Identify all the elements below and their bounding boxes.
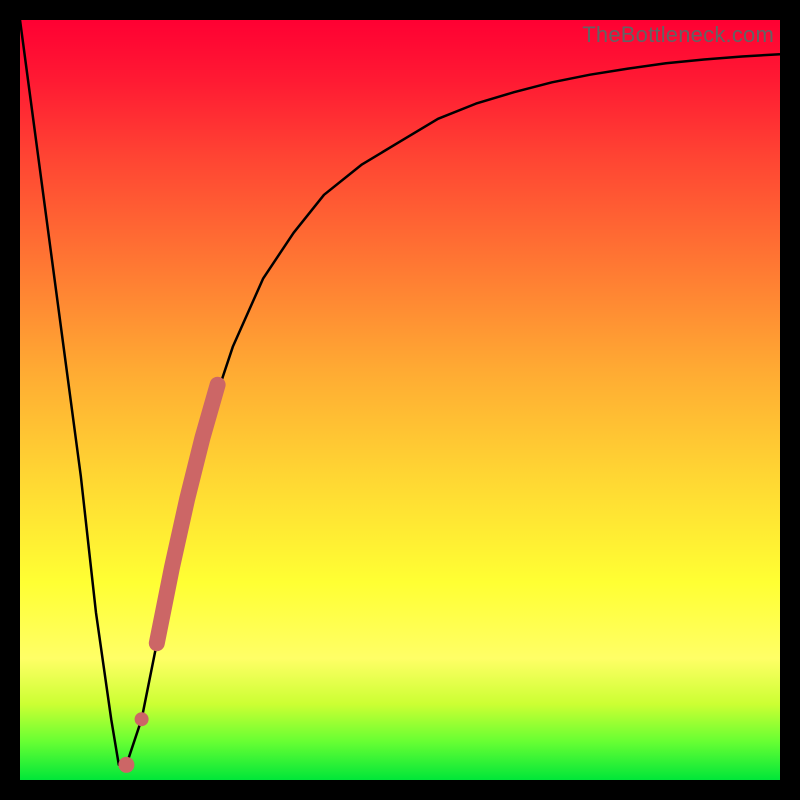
bottleneck-curve: [20, 20, 780, 765]
curve-layer: [20, 20, 780, 780]
chart-frame: TheBottleneck.com: [0, 0, 800, 800]
highlight-upper: [157, 385, 218, 643]
highlight-dot-mid: [135, 712, 149, 726]
plot-area: TheBottleneck.com: [20, 20, 780, 780]
highlight-dot-low: [118, 757, 134, 773]
